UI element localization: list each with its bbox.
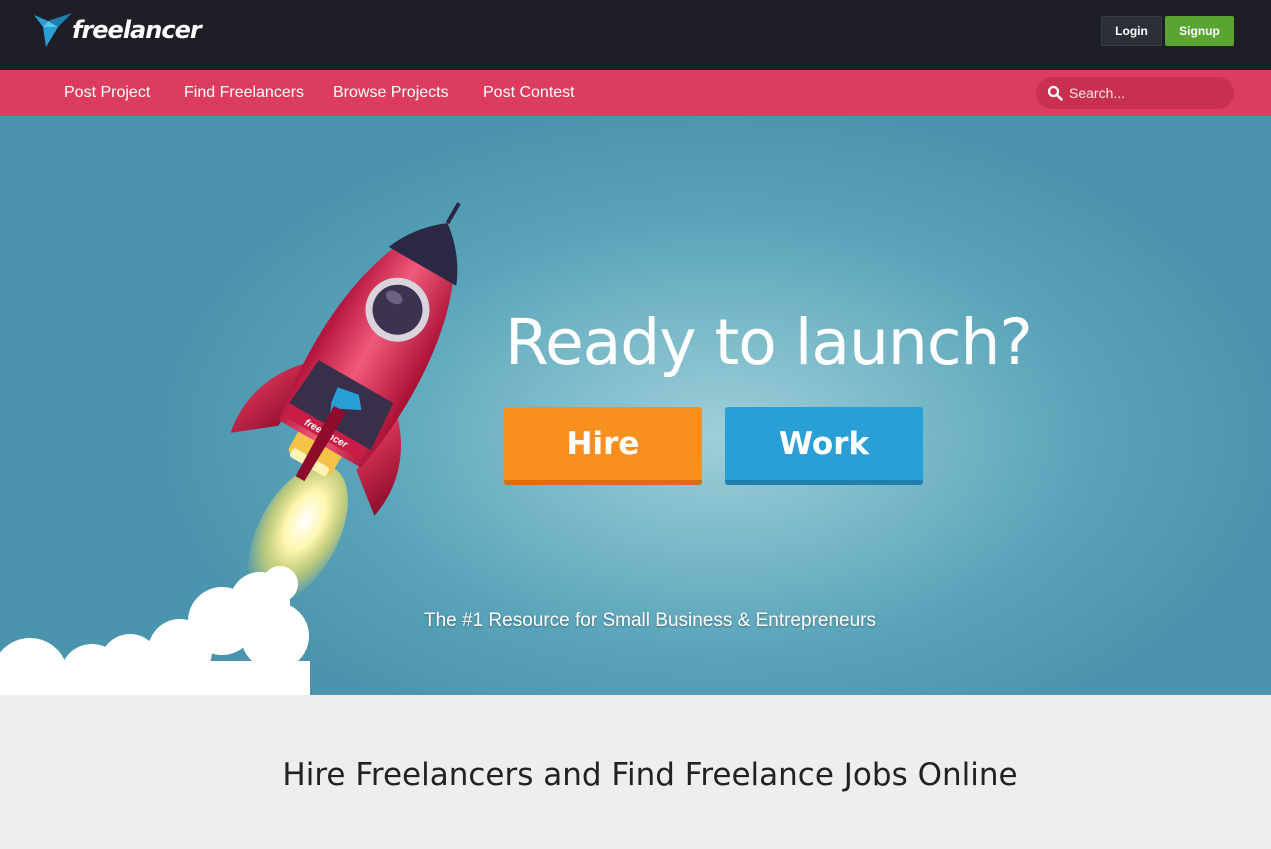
hire-button[interactable]: Hire [504, 407, 702, 485]
logo-wordmark: freelancer [72, 16, 202, 44]
bird-logo-icon [34, 13, 72, 47]
hero-headline: Ready to launch? [505, 306, 1033, 379]
main-nav: Post Project Find Freelancers Browse Pro… [0, 70, 1271, 116]
top-header: freelancer Login Signup [0, 0, 1271, 70]
nav-find-freelancers[interactable]: Find Freelancers [184, 70, 304, 116]
search-icon [1047, 85, 1063, 101]
section-title: Hire Freelancers and Find Freelance Jobs… [282, 757, 1018, 793]
intro-section: Hire Freelancers and Find Freelance Jobs… [0, 695, 1271, 849]
nav-post-project[interactable]: Post Project [64, 70, 150, 116]
hero-banner: freelancer Ready to launch? Hire Work Th… [0, 116, 1271, 695]
rocket-illustration: freelancer [0, 202, 461, 695]
hero-tagline: The #1 Resource for Small Business & Ent… [424, 610, 876, 631]
signup-button[interactable]: Signup [1165, 16, 1234, 46]
login-button[interactable]: Login [1101, 16, 1162, 46]
search-box[interactable] [1036, 77, 1234, 109]
nav-browse-projects[interactable]: Browse Projects [333, 70, 449, 116]
freelancer-logo[interactable]: freelancer [34, 10, 202, 50]
work-button[interactable]: Work [725, 407, 923, 485]
search-input[interactable] [1069, 85, 1229, 101]
nav-post-contest[interactable]: Post Contest [483, 70, 575, 116]
